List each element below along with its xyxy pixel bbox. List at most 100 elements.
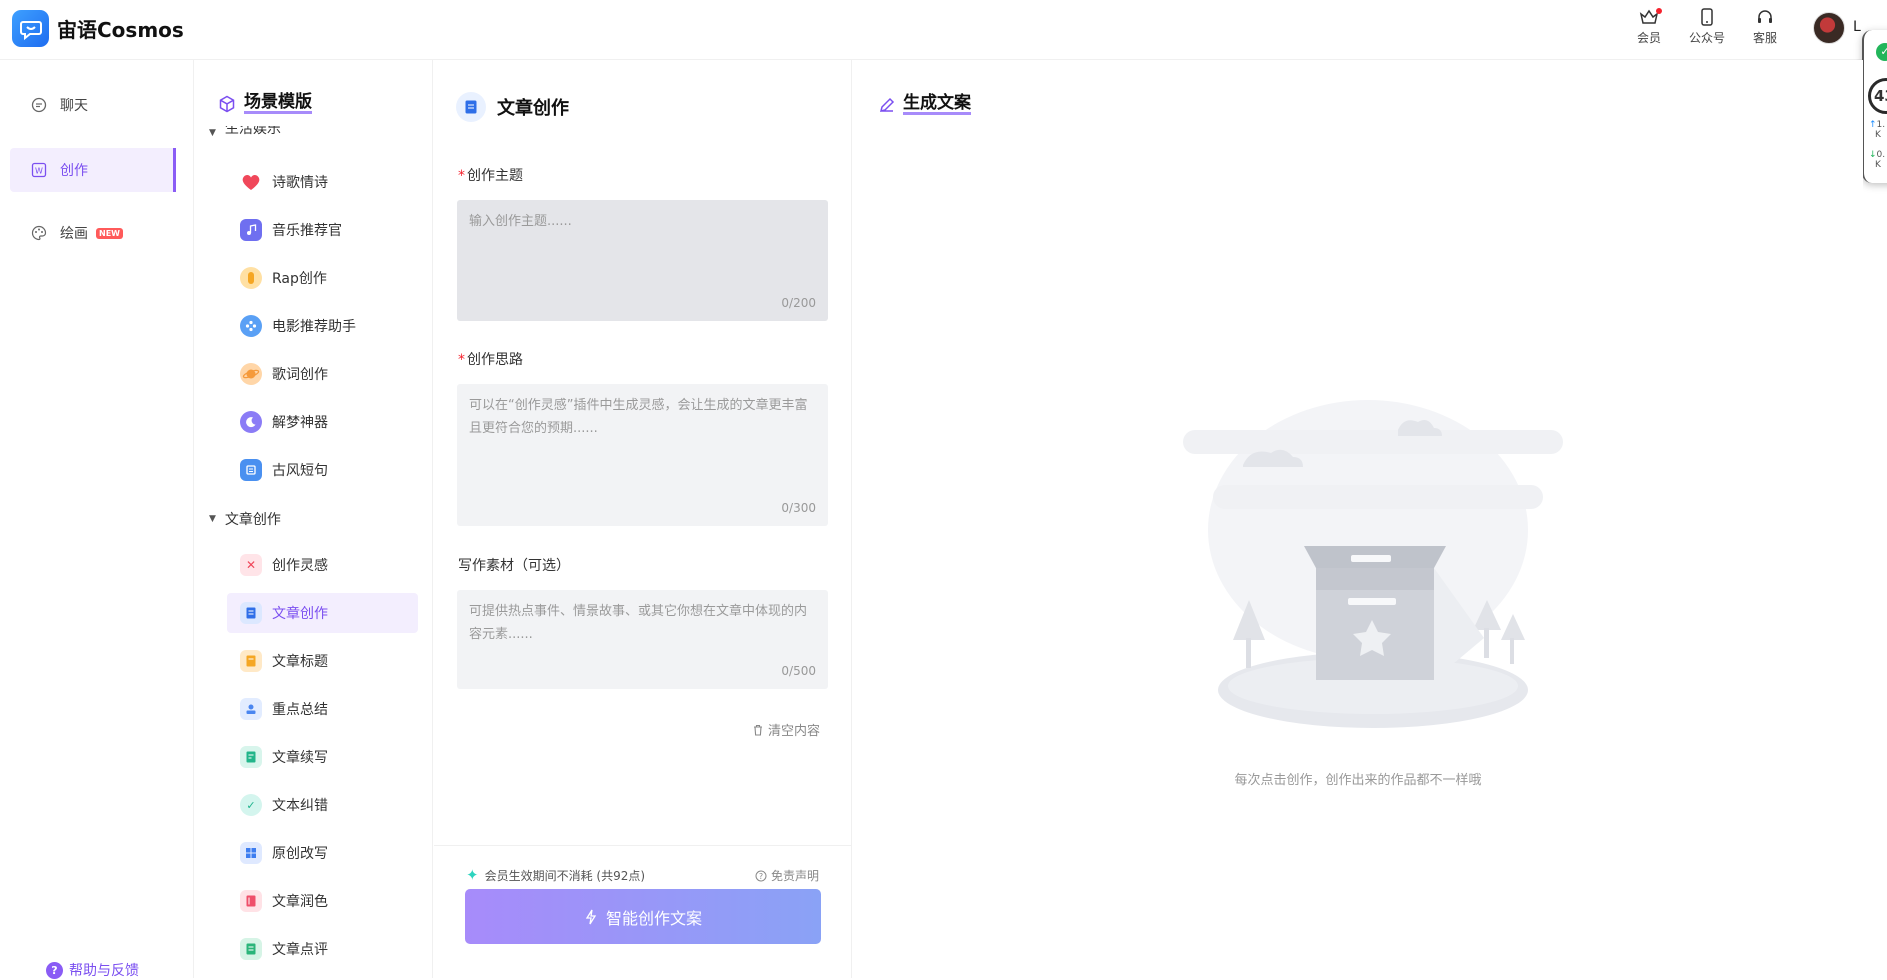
idea-label: * 创作思路 [458, 352, 523, 368]
top-actions: 会员 公众号 客服 [1620, 8, 1794, 46]
planet-icon [240, 363, 262, 385]
app-name: 宙语Cosmos [57, 18, 184, 42]
app-logo[interactable]: 宙语Cosmos [12, 10, 184, 47]
disclaimer-label: 免责声明 [771, 869, 820, 883]
topic-counter: 0/200 [781, 296, 816, 310]
new-badge: NEW [96, 227, 123, 239]
avatar[interactable] [1813, 12, 1845, 44]
template-item-label: 歌词创作 [272, 367, 328, 383]
template-item-label: 文章标题 [272, 654, 328, 670]
category-life[interactable]: ▼ 生活娱乐 [209, 126, 281, 138]
template-panel-title: 场景模版 [218, 93, 312, 114]
word-icon: W [30, 161, 48, 179]
template-item[interactable]: 文章点评 [227, 929, 418, 969]
inspiration-icon: ✕ [240, 554, 262, 576]
svg-text:W: W [35, 167, 43, 176]
svg-text:?: ? [759, 872, 763, 881]
template-item[interactable]: 歌词创作 [227, 354, 418, 394]
template-item-label: 电影推荐助手 [272, 319, 356, 335]
widget-row2: 0. [1876, 150, 1886, 160]
template-item-active[interactable]: 文章创作 [227, 593, 418, 633]
template-item-label: 创作灵感 [272, 558, 328, 574]
category-article[interactable]: ▼ 文章创作 [209, 509, 281, 529]
correction-icon: ✓ [240, 794, 262, 816]
idea-label-text: 创作思路 [467, 352, 523, 368]
template-item[interactable]: ✕ 创作灵感 [227, 545, 418, 585]
topic-input[interactable]: 输入创作主题...... 0/200 [457, 200, 828, 321]
pen-icon [879, 97, 895, 112]
continue-icon [240, 746, 262, 768]
heart-icon [240, 171, 262, 193]
chat-icon [30, 96, 48, 114]
member-note-text: 会员生效期间不消耗 (共92点) [484, 868, 646, 883]
template-item[interactable]: 文章润色 [227, 881, 418, 921]
category-label: 生活娱乐 [224, 126, 281, 137]
template-item[interactable]: 电影推荐助手 [227, 306, 418, 346]
material-counter: 0/500 [781, 664, 816, 678]
widget-row-upload: ↑1. K [1869, 120, 1886, 140]
template-item-label: Rap创作 [272, 271, 327, 287]
widget-row-download: ↓0. K [1869, 150, 1886, 170]
template-item[interactable]: 古风短句 [227, 450, 418, 490]
member-button[interactable]: 会员 [1620, 8, 1678, 46]
rap-icon [240, 267, 262, 289]
help-label: 帮助与反馈 [69, 963, 139, 979]
template-item-label: 文章润色 [272, 894, 328, 910]
speed-widget[interactable]: ✓ 43 ↑1.K ↓0.K [1862, 30, 1887, 183]
clear-content-button[interactable]: 清空内容 [752, 720, 820, 739]
check-icon: ✓ [1876, 43, 1887, 61]
disclaimer-link[interactable]: ? 免责声明 [755, 867, 819, 884]
official-account-label: 公众号 [1688, 31, 1725, 45]
template-item[interactable]: ✓ 文本纠错 [227, 785, 418, 825]
template-item-label: 文章点评 [272, 942, 328, 958]
customer-service-label: 客服 [1752, 31, 1777, 45]
widget-row1b: K [1875, 130, 1881, 140]
dream-icon [240, 411, 262, 433]
sidebar-item-create[interactable]: W 创作 [10, 148, 176, 192]
sidebar-item-label: 聊天 [60, 98, 88, 114]
material-input[interactable]: 可提供热点事件、情景故事、或其它你想在文章中体现的内容元素...... 0/50… [457, 590, 828, 689]
trash-icon [754, 724, 762, 736]
template-item-label: 原创改写 [272, 846, 328, 862]
template-item-label: 文本纠错 [272, 798, 328, 814]
idea-counter: 0/300 [781, 501, 816, 515]
notification-dot [1656, 8, 1662, 14]
idea-input[interactable]: 可以在“创作灵感”插件中生成灵感，会让生成的文章更丰富且更符合您的预期.....… [457, 384, 828, 526]
main-sidebar: 聊天 W 创作 绘画 NEW ? 帮助与反馈 [0, 60, 194, 980]
scroll-icon [240, 459, 262, 481]
template-item[interactable]: 原创改写 [227, 833, 418, 873]
creation-form: 文章创作 * 创作主题 输入创作主题...... 0/200 * 创作思路 可以在“… [434, 60, 852, 978]
official-account-button[interactable]: 公众号 [1678, 8, 1736, 46]
sidebar-item-label: 创作 [60, 163, 88, 179]
template-title-text: 场景模版 [244, 92, 312, 114]
film-reel-icon [240, 315, 262, 337]
template-item[interactable]: 文章续写 [227, 737, 418, 777]
form-title: 文章创作 [456, 92, 569, 122]
widget-row1: 1. [1876, 120, 1886, 130]
material-label: 写作素材（可选） [458, 558, 570, 574]
clear-label: 清空内容 [768, 724, 821, 739]
customer-service-button[interactable]: 客服 [1736, 8, 1794, 46]
form-footer: ✦ 会员生效期间不消耗 (共92点) ? 免责声明 智能创作文案 [434, 845, 852, 978]
template-item[interactable]: 解梦神器 [227, 402, 418, 442]
category-label: 文章创作 [224, 512, 281, 528]
template-item[interactable]: 重点总结 [227, 689, 418, 729]
form-title-text: 文章创作 [497, 98, 569, 119]
sparkle-icon: ✦ [466, 866, 479, 884]
widget-number: 43 [1868, 78, 1887, 114]
phone-icon [1701, 8, 1713, 26]
cube-icon [219, 95, 235, 112]
topic-label-text: 创作主题 [467, 168, 523, 184]
template-item[interactable]: 音乐推荐官 [227, 210, 418, 250]
template-item[interactable]: Rap创作 [227, 258, 418, 298]
help-feedback-link[interactable]: ? 帮助与反馈 [46, 960, 139, 980]
template-item-label: 文章续写 [272, 750, 328, 766]
caret-down-icon: ▼ [209, 128, 216, 138]
document-icon [240, 602, 262, 624]
sidebar-item-chat[interactable]: 聊天 [10, 83, 176, 127]
template-item[interactable]: 文章标题 [227, 641, 418, 681]
sidebar-item-draw[interactable]: 绘画 NEW [10, 211, 176, 255]
template-item-label: 重点总结 [272, 702, 328, 718]
template-item[interactable]: 诗歌情诗 [227, 162, 418, 202]
generate-button[interactable]: 智能创作文案 [465, 889, 821, 944]
